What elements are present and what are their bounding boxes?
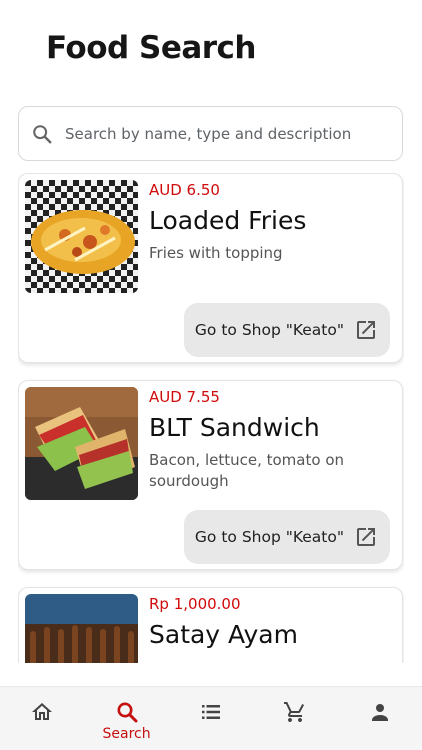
search-input[interactable]	[65, 124, 402, 143]
go-to-shop-label: Go to Shop "Keato"	[194, 528, 344, 546]
food-card[interactable]: AUD 7.55 BLT Sandwich Bacon, lettuce, to…	[18, 380, 403, 570]
food-description: Bacon, lettuce, tomato on sourdough	[149, 451, 344, 490]
nav-list[interactable]	[176, 699, 246, 725]
nav-cart[interactable]	[260, 699, 330, 725]
food-image-loaded-fries	[25, 180, 138, 293]
food-name: Satay Ayam	[149, 620, 298, 649]
search-icon	[114, 699, 140, 725]
go-to-shop-label: Go to Shop "Keato"	[194, 321, 344, 339]
food-description: Fries with topping	[149, 244, 283, 262]
home-icon	[29, 699, 55, 725]
page-title: Food Search	[46, 30, 257, 66]
food-card[interactable]: Rp 1,000.00 Satay Ayam	[18, 587, 403, 663]
search-field[interactable]	[18, 106, 403, 161]
price-label: Rp 1,000.00	[149, 595, 241, 613]
results-list[interactable]: AUD 6.50 Loaded Fries Fries with topping…	[18, 173, 404, 663]
list-icon	[198, 699, 224, 725]
nav-search[interactable]: Search	[92, 699, 162, 742]
open-external-icon	[354, 318, 378, 342]
price-label: AUD 7.55	[149, 388, 220, 406]
food-name: BLT Sandwich	[149, 413, 320, 442]
nav-search-label: Search	[102, 726, 151, 742]
open-external-icon	[354, 525, 378, 549]
food-card[interactable]: AUD 6.50 Loaded Fries Fries with topping…	[18, 173, 403, 363]
food-image-satay-ayam	[25, 594, 138, 663]
go-to-shop-button[interactable]: Go to Shop "Keato"	[183, 510, 390, 564]
nav-home[interactable]	[7, 699, 77, 725]
food-name: Loaded Fries	[149, 206, 307, 235]
person-icon	[367, 699, 393, 725]
cart-icon	[282, 699, 308, 725]
bottom-navigation: Search	[0, 686, 422, 750]
price-label: AUD 6.50	[149, 181, 220, 199]
food-image-blt-sandwich	[25, 387, 138, 500]
search-icon	[31, 123, 53, 145]
go-to-shop-button[interactable]: Go to Shop "Keato"	[183, 303, 390, 357]
nav-profile[interactable]	[345, 699, 415, 725]
